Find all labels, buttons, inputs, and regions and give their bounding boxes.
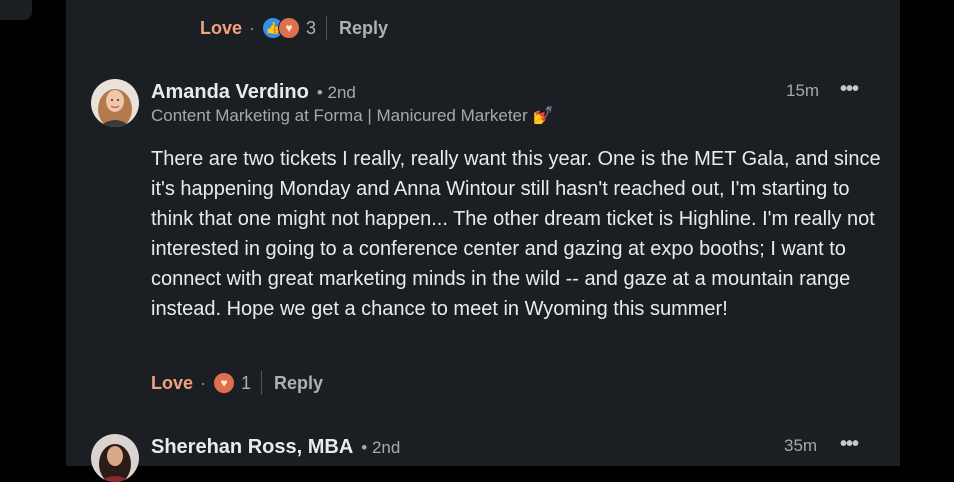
avatar-amanda-verdino[interactable] (91, 79, 139, 127)
comment-author-line: Amanda Verdino • 2nd (151, 81, 356, 104)
more-options-icon[interactable]: ••• (840, 433, 859, 456)
author-headline: Content Marketing at Forma | Manicured M… (151, 106, 554, 126)
love-reaction-button[interactable]: Love (151, 373, 193, 394)
headline-text: Content Marketing at Forma | Manicured M… (151, 106, 528, 125)
reaction-count[interactable]: 1 (241, 373, 251, 394)
divider (326, 16, 328, 40)
reactions-summary[interactable]: ♥ (213, 372, 236, 394)
separator-dot: · (200, 372, 207, 393)
author-name[interactable]: Sherehan Ross, MBA (151, 436, 353, 459)
comment-timestamp: 15m (786, 81, 820, 100)
left-sidebar-edge (0, 0, 32, 20)
comment-actions: Love · ♥ 1 Reply (151, 371, 323, 395)
reaction-count[interactable]: 3 (306, 18, 316, 39)
more-options-icon[interactable]: ••• (840, 78, 859, 101)
top-comment-actions: Love · 👍 ♥ 3 Reply (200, 16, 388, 40)
connection-degree: • 2nd (316, 83, 356, 102)
love-reaction-button[interactable]: Love (200, 18, 242, 39)
separator-dot: · (249, 17, 256, 38)
reply-button[interactable]: Reply (339, 18, 388, 39)
heart-icon: ♥ (278, 17, 301, 39)
comment-timestamp: 35m (784, 436, 818, 455)
reply-button[interactable]: Reply (274, 373, 323, 394)
connection-degree: • 2nd (361, 438, 401, 457)
author-name[interactable]: Amanda Verdino (151, 81, 309, 104)
divider (261, 371, 263, 395)
avatar-sherehan-ross[interactable] (91, 434, 139, 482)
heart-icon: ♥ (213, 372, 236, 394)
reactions-summary[interactable]: 👍 ♥ (262, 17, 301, 39)
comment-author-line: Sherehan Ross, MBA • 2nd (151, 436, 400, 459)
comment-body: There are two tickets I really, really w… (151, 148, 881, 320)
nail-polish-icon: 💅 (532, 106, 554, 125)
